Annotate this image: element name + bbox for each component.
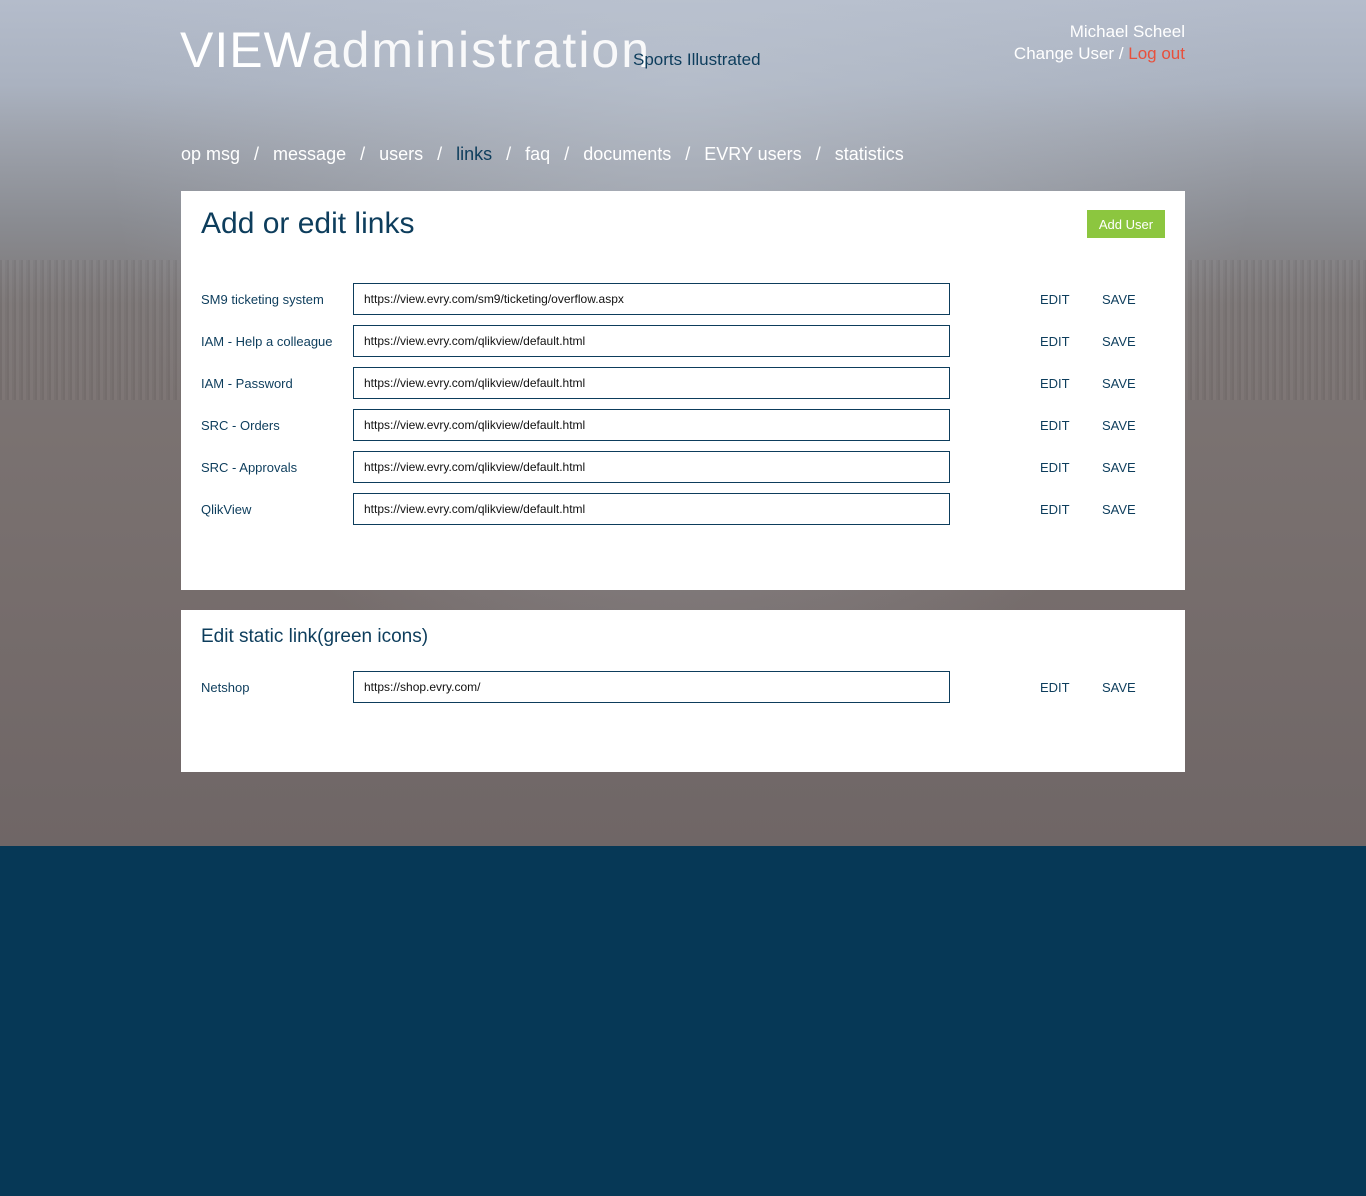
main-nav: op msg / message / users / links / faq /… (181, 144, 904, 165)
link-row: QlikView EDIT SAVE (201, 493, 1165, 525)
nav-documents[interactable]: documents (583, 144, 671, 165)
link-url-input[interactable] (353, 671, 950, 703)
nav-separator: / (564, 144, 570, 164)
link-label: IAM - Help a colleague (201, 333, 333, 349)
link-url-input[interactable] (353, 409, 950, 441)
logout-link[interactable]: Log out (1128, 44, 1185, 63)
static-link-panel: Edit static link(green icons) Netshop ED… (181, 610, 1185, 772)
edit-button[interactable]: EDIT (1040, 418, 1070, 433)
edit-button[interactable]: EDIT (1040, 334, 1070, 349)
link-label: IAM - Password (201, 375, 293, 391)
nav-separator: / (685, 144, 691, 164)
links-panel-title: Add or edit links (201, 207, 415, 240)
save-button[interactable]: SAVE (1102, 334, 1136, 349)
link-url-input[interactable] (353, 283, 950, 315)
logo-light: administration (311, 22, 652, 78)
user-box: Michael Scheel Change User / Log out (1014, 21, 1185, 65)
edit-button[interactable]: EDIT (1040, 680, 1070, 695)
link-row: IAM - Password EDIT SAVE (201, 367, 1165, 399)
link-url-input[interactable] (353, 493, 950, 525)
nav-links[interactable]: links (456, 144, 492, 165)
link-url-input[interactable] (353, 325, 950, 357)
link-label: SRC - Approvals (201, 459, 298, 475)
user-actions-separator: / (1114, 44, 1129, 63)
app-logo: VIEWadministration (180, 20, 651, 80)
links-panel: Add or edit links Add User SM9 ticketing… (181, 191, 1185, 590)
logo-bold: VIEW (180, 22, 312, 78)
static-link-row: Netshop EDIT SAVE (201, 671, 1165, 703)
link-url-input[interactable] (353, 367, 950, 399)
nav-faq[interactable]: faq (525, 144, 550, 165)
edit-button[interactable]: EDIT (1040, 292, 1070, 307)
static-panel-title: Edit static link(green icons) (201, 626, 429, 647)
nav-separator: / (360, 144, 366, 164)
save-button[interactable]: SAVE (1102, 376, 1136, 391)
link-label: SRC - Orders (201, 417, 280, 433)
save-button[interactable]: SAVE (1102, 680, 1136, 695)
save-button[interactable]: SAVE (1102, 460, 1136, 475)
nav-evry-users[interactable]: EVRY users (704, 144, 801, 165)
save-button[interactable]: SAVE (1102, 418, 1136, 433)
user-actions: Change User / Log out (1014, 43, 1185, 65)
nav-statistics[interactable]: statistics (835, 144, 904, 165)
edit-button[interactable]: EDIT (1040, 376, 1070, 391)
nav-separator: / (506, 144, 512, 164)
link-row: IAM - Help a colleague EDIT SAVE (201, 325, 1165, 357)
user-name: Michael Scheel (1069, 22, 1185, 41)
nav-separator: / (254, 144, 260, 164)
link-label: Netshop (201, 679, 250, 695)
nav-op-msg[interactable]: op msg (181, 144, 240, 165)
link-row: SRC - Orders EDIT SAVE (201, 409, 1165, 441)
edit-button[interactable]: EDIT (1040, 460, 1070, 475)
link-label: SM9 ticketing system (201, 291, 324, 307)
nav-separator: / (815, 144, 821, 164)
organization-name: Sports Illustrated (633, 50, 761, 69)
link-url-input[interactable] (353, 451, 950, 483)
save-button[interactable]: SAVE (1102, 292, 1136, 307)
footer (0, 846, 1366, 1196)
add-user-button[interactable]: Add User (1087, 210, 1165, 238)
link-label: QlikView (201, 501, 252, 517)
nav-message[interactable]: message (273, 144, 346, 165)
link-row: SRC - Approvals EDIT SAVE (201, 451, 1165, 483)
save-button[interactable]: SAVE (1102, 502, 1136, 517)
edit-button[interactable]: EDIT (1040, 502, 1070, 517)
nav-users[interactable]: users (379, 144, 423, 165)
link-row: SM9 ticketing system EDIT SAVE (201, 283, 1165, 315)
nav-separator: / (437, 144, 443, 164)
change-user-link[interactable]: Change User (1014, 44, 1114, 63)
